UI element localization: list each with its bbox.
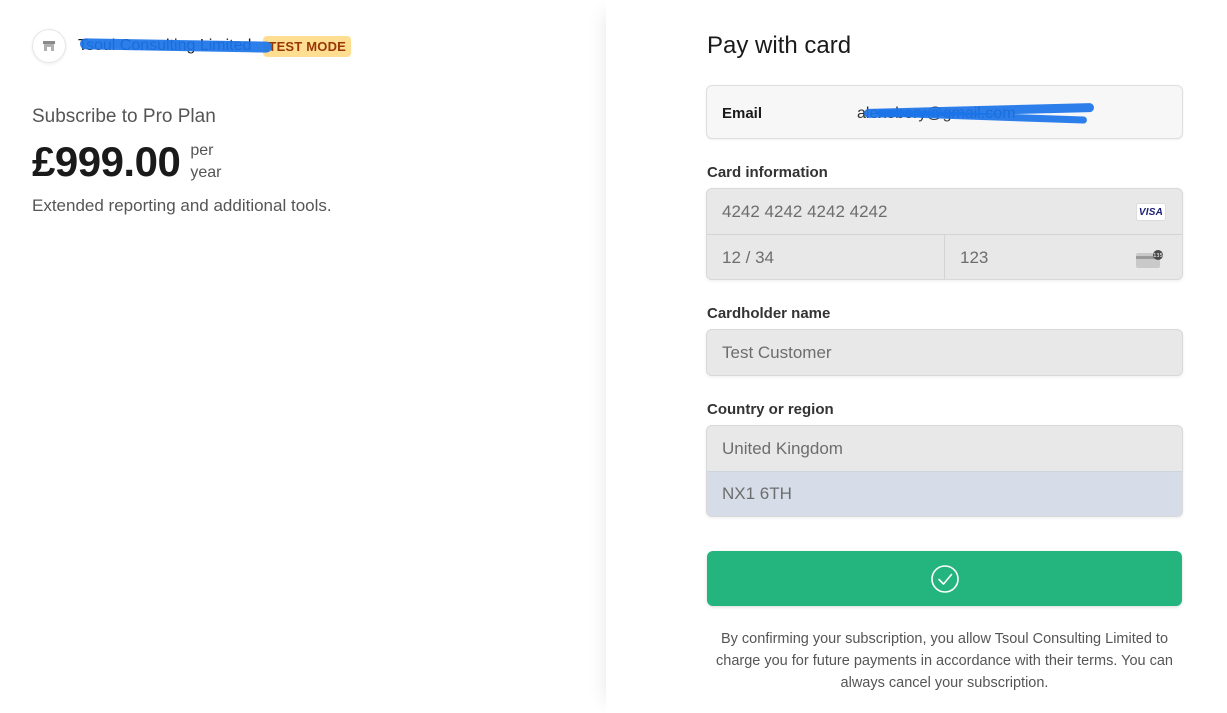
subscribe-button[interactable] [707,551,1182,606]
country-region-label: Country or region [707,401,834,418]
card-expiry-cvc-row: 12 / 34 123 135 [707,234,1182,279]
card-cvc-icon: 135 [1136,250,1163,268]
visa-icon: VISA [1136,203,1166,221]
country-region-group: United Kingdom NX1 6TH [706,425,1183,517]
card-number-input[interactable]: 4242 4242 4242 4242 VISA [707,189,1182,234]
svg-text:135: 135 [1153,253,1163,259]
merchant-name: Tsoul Consulting Limited [78,37,273,55]
postal-code-input[interactable]: NX1 6TH [707,471,1182,516]
card-information-label: Card information [707,164,828,181]
card-cvc-input[interactable]: 123 135 [945,235,1182,279]
billing-interval: per year [190,142,222,181]
email-label: Email [722,105,763,122]
price-row: £999.00 per year [32,138,221,186]
card-information-group: 4242 4242 4242 4242 VISA 12 / 34 123 135 [706,188,1183,280]
email-field[interactable]: Email alexebery@gmail.com [706,85,1183,139]
store-icon[interactable] [32,29,66,63]
cardholder-name-group: Test Customer [706,329,1183,376]
test-mode-badge: TEST MODE [263,35,352,57]
cardholder-name-label: Cardholder name [707,305,831,322]
product-title: Subscribe to Pro Plan [32,106,216,127]
legal-text: By confirming your subscription, you all… [716,631,1173,691]
product-description: Extended reporting and additional tools. [32,196,332,215]
card-expiry-input[interactable]: 12 / 34 [707,235,945,279]
checkmark-circle-icon [930,564,959,593]
merchant-header: Tsoul Consulting Limited TEST MODE [32,29,352,63]
price-amount: £999.00 [32,138,181,185]
country-select[interactable]: United Kingdom [707,426,1182,471]
cardholder-name-input[interactable]: Test Customer [707,330,1182,375]
order-summary-panel: Tsoul Consulting Limited TEST MODE Subsc… [0,0,606,713]
payment-panel: Pay with card Email alexebery@gmail.com … [606,0,1227,713]
payment-form-title: Pay with card [707,32,852,59]
